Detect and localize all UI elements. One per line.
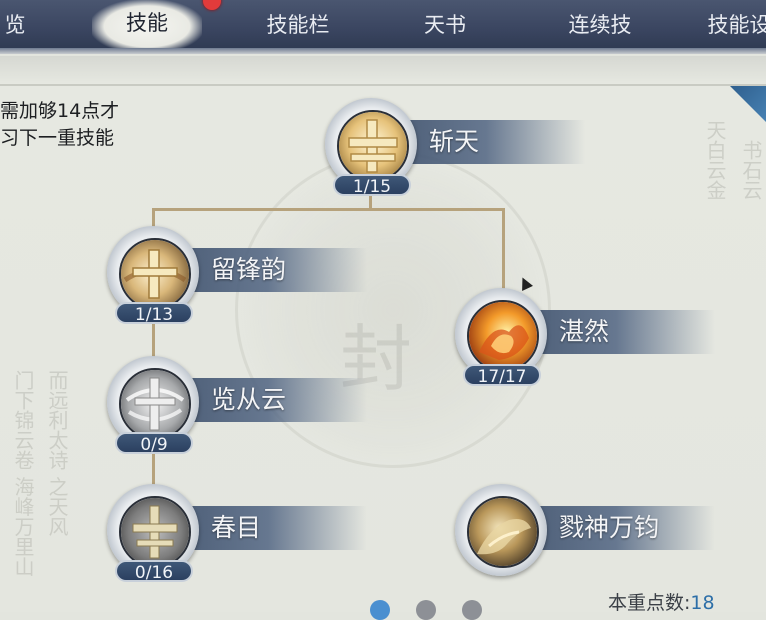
skill-name: 春目 <box>211 513 262 542</box>
skill-node-zhantian[interactable]: 斩天 1/15 <box>325 98 585 198</box>
notification-dot <box>203 0 221 10</box>
tab-overview[interactable]: 览 <box>0 8 30 42</box>
tab-skill-bar[interactable]: 技能栏 <box>248 8 348 42</box>
skill-name: 湛然 <box>559 317 610 346</box>
hint-line: 需加够14点才 <box>0 100 120 122</box>
page-indicator[interactable] <box>416 600 436 620</box>
calligraphy-decoration: 门下锦云卷 海峰万里山 <box>11 370 35 577</box>
whirlwind-icon <box>119 368 191 440</box>
tab-tianshu[interactable]: 天书 <box>405 8 485 42</box>
skill-name: 戮神万钧 <box>559 513 660 542</box>
tab-bar: 览 技能 技能栏 天书 连续技 技能设 <box>0 0 766 54</box>
flame-fist-icon <box>467 300 539 372</box>
skill-node-lancongyun[interactable]: 览从云 0/9 <box>107 356 367 456</box>
skill-name: 览从云 <box>211 385 287 414</box>
skill-points-label: 本重点数: <box>608 592 691 614</box>
hint-text: 需加够14点才 习下一重技能 <box>0 98 119 152</box>
skill-node-zhanran[interactable]: 湛然 17/17 <box>455 288 715 388</box>
cross-sword-icon <box>337 110 409 182</box>
skill-points-readout: 本重点数:18 <box>608 588 715 615</box>
skill-level-badge: 1/15 <box>333 174 411 197</box>
hint-line: 习下一重技能 <box>0 127 115 149</box>
skill-level-badge: 1/13 <box>115 302 193 325</box>
skill-node-chunmu[interactable]: 春目 0/16 <box>107 484 367 584</box>
calligraphy-decoration: 而远利太诗 之天风 <box>45 370 69 537</box>
tab-skills[interactable]: 技能 <box>92 0 202 48</box>
page-indicator[interactable] <box>462 600 482 620</box>
golden-strike-icon <box>467 496 539 568</box>
skill-node-liufengyun[interactable]: 留锋韵 1/13 <box>107 226 367 326</box>
divider <box>0 84 766 86</box>
skill-level-badge: 0/9 <box>115 432 193 455</box>
skill-level-badge: 0/16 <box>115 560 193 583</box>
skill-node-lushenwanjun[interactable]: 戮神万钧 <box>455 484 715 584</box>
skill-name: 留锋韵 <box>211 255 287 284</box>
tab-skill-settings[interactable]: 技能设 <box>694 8 766 42</box>
cross-sword-icon <box>119 496 191 568</box>
skill-name: 斩天 <box>429 127 480 156</box>
page-indicator-active[interactable] <box>370 600 390 620</box>
tree-connector <box>502 208 505 290</box>
tab-combo[interactable]: 连续技 <box>550 8 650 42</box>
skill-level-badge: 17/17 <box>463 364 541 387</box>
calligraphy-decoration: 书石云 <box>739 140 763 200</box>
cross-sword-icon <box>119 238 191 310</box>
skill-points-value: 18 <box>690 592 715 614</box>
tree-connector <box>152 208 504 211</box>
